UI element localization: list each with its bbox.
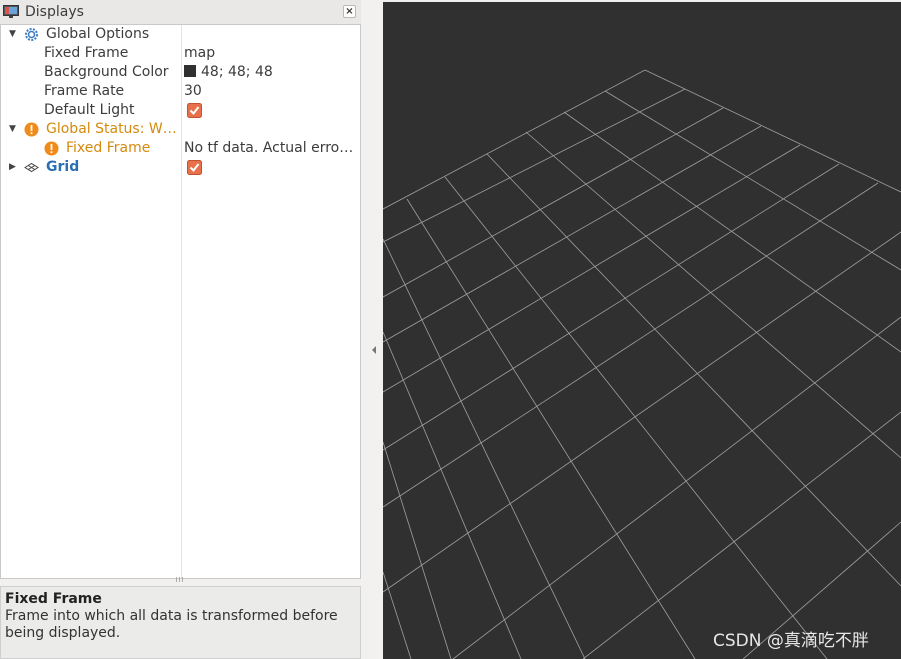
grid-checkbox[interactable] bbox=[187, 160, 202, 175]
grid-line bbox=[444, 176, 828, 659]
background-color-value[interactable]: 48; 48; 48 bbox=[184, 63, 273, 82]
tree-row-grid[interactable]: ▶ Grid bbox=[1, 158, 360, 177]
grid-line bbox=[383, 182, 879, 508]
tree-row-status-fixed-frame[interactable]: Fixed Frame No tf data. Actual erro… bbox=[1, 139, 360, 158]
tree-label: Global Options bbox=[46, 26, 150, 42]
grid-line bbox=[604, 90, 901, 271]
close-button[interactable]: × bbox=[343, 5, 356, 18]
color-swatch bbox=[184, 65, 196, 77]
tree-row-fixed-frame[interactable]: Fixed Frame map bbox=[1, 44, 360, 63]
grid-line bbox=[383, 571, 412, 659]
grid-line bbox=[525, 131, 901, 459]
gear-icon bbox=[25, 28, 38, 41]
watermark: CSDN @真滴吃不胖 bbox=[713, 631, 869, 651]
tree-label: Global Status: W… bbox=[46, 121, 177, 137]
expand-arrow-icon[interactable]: ▼ bbox=[9, 27, 16, 41]
grid-icon bbox=[24, 162, 39, 173]
grid-line bbox=[383, 231, 901, 593]
tree-label: Default Light bbox=[44, 102, 135, 118]
grid-line bbox=[452, 316, 901, 659]
frame-rate-value[interactable]: 30 bbox=[184, 82, 202, 101]
warning-icon bbox=[44, 141, 59, 156]
help-title: Fixed Frame bbox=[5, 591, 102, 607]
tree-label: Grid bbox=[46, 159, 80, 175]
status-message: No tf data. Actual erro… bbox=[184, 140, 354, 156]
background-color-text: 48; 48; 48 bbox=[201, 64, 273, 80]
monitor-icon bbox=[3, 5, 19, 18]
grid-line bbox=[383, 125, 762, 343]
tree-row-global-options[interactable]: ▼ Global Options bbox=[1, 25, 360, 44]
displays-panel: Displays × ▼ Global Options Fixed Frame … bbox=[0, 0, 361, 659]
grid-line bbox=[383, 69, 646, 210]
default-light-checkbox[interactable] bbox=[187, 103, 202, 118]
help-text: Frame into which all data is transformed… bbox=[5, 608, 338, 641]
dock-splitter[interactable] bbox=[361, 0, 383, 659]
3d-viewport[interactable] bbox=[383, 2, 901, 659]
tree-row-global-status[interactable]: ▼ Global Status: W… bbox=[1, 120, 360, 139]
grid-line bbox=[582, 411, 901, 659]
tree-label: Fixed Frame bbox=[66, 140, 151, 156]
grid-line bbox=[383, 238, 586, 659]
expand-arrow-icon[interactable]: ▼ bbox=[9, 122, 16, 136]
help-box: Fixed Frame Frame into which all data is… bbox=[0, 586, 361, 659]
grid-line bbox=[383, 441, 452, 659]
panel-titlebar: Displays × bbox=[0, 0, 361, 24]
displays-tree[interactable]: ▼ Global Options Fixed Frame map Backgro… bbox=[0, 24, 361, 579]
tree-label: Fixed Frame bbox=[44, 45, 129, 61]
grid-line bbox=[644, 69, 901, 193]
grid-line bbox=[486, 153, 901, 587]
warning-icon bbox=[24, 122, 39, 137]
tree-label: Background Color bbox=[44, 64, 169, 80]
collapse-left-icon[interactable] bbox=[371, 345, 377, 355]
fixed-frame-value[interactable]: map bbox=[184, 44, 215, 63]
tree-label: Frame Rate bbox=[44, 83, 125, 99]
panel-title: Displays bbox=[25, 4, 84, 20]
grid-line bbox=[563, 111, 901, 353]
tree-row-default-light[interactable]: Default Light bbox=[1, 101, 360, 120]
collapse-arrow-icon[interactable]: ▶ bbox=[9, 160, 16, 174]
grid-lines bbox=[383, 69, 901, 659]
grid-line bbox=[383, 331, 522, 659]
tree-row-frame-rate[interactable]: Frame Rate 30 bbox=[1, 82, 360, 101]
grid-line bbox=[406, 198, 696, 659]
grid-line bbox=[383, 144, 801, 393]
splitter-handle-icon[interactable] bbox=[176, 577, 184, 582]
tree-row-background-color[interactable]: Background Color 48; 48; 48 bbox=[1, 63, 360, 82]
